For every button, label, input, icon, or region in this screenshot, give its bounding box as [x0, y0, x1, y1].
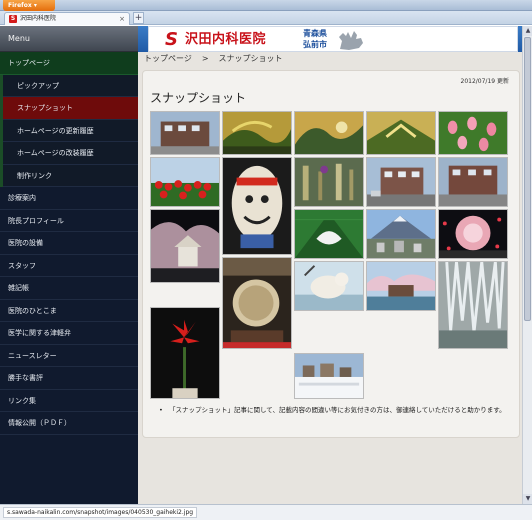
- breadcrumb: トップページ > スナップショット: [144, 53, 283, 65]
- sidebar-item-production-links[interactable]: 制作リンク: [3, 164, 138, 187]
- snapshot-thumbnail[interactable]: [222, 157, 292, 255]
- sidebar-item-tsugaru-dialect[interactable]: 医学に関する津軽弁: [0, 322, 138, 345]
- snapshot-thumbnail[interactable]: [438, 111, 508, 155]
- sidebar-submenu: ピックアップ スナップショット ホームページの更新履歴 ホームページの改装履歴 …: [0, 74, 138, 187]
- snapshot-thumbnail[interactable]: [150, 111, 220, 155]
- breadcrumb-home-link[interactable]: トップページ: [144, 54, 192, 63]
- aomori-map-icon: [339, 31, 363, 50]
- firefox-menu-button[interactable]: Firefox ▾: [3, 0, 55, 11]
- snapshot-thumbnail[interactable]: [438, 209, 508, 259]
- snapshot-thumbnail[interactable]: [294, 157, 364, 207]
- clinic-logo-mark: S: [165, 29, 178, 50]
- sidebar-item-book-reviews[interactable]: 勝手な書評: [0, 367, 138, 390]
- sidebar-item-consultation[interactable]: 診療案内: [0, 187, 138, 210]
- snapshot-thumbnail[interactable]: [438, 157, 508, 207]
- sidebar-item-staff[interactable]: スタッフ: [0, 255, 138, 277]
- updated-date: 2012/07/19 更新: [460, 78, 510, 85]
- snapshot-thumbnail[interactable]: [366, 209, 436, 259]
- site-banner: S 沢田内科医院 青森県 弘前市: [138, 26, 522, 52]
- breadcrumb-current: スナップショット: [218, 54, 283, 63]
- note-text: 「スナップショット」記事に関して、記載内容の間違い等にお気付きの方は、御連絡して…: [169, 406, 506, 414]
- scroll-up-arrow-icon[interactable]: ▲: [523, 26, 532, 36]
- sidebar-item-links[interactable]: リンク集: [0, 390, 138, 412]
- snapshot-thumbnail[interactable]: [366, 261, 436, 311]
- sidebar-item-disclosure-pdf[interactable]: 情報公開（ＰＤＦ）: [0, 412, 138, 435]
- sidebar-item-snapshot[interactable]: スナップショット: [3, 97, 138, 120]
- browser-titlebar: Firefox ▾: [0, 0, 532, 11]
- sidebar-item-clinic-moments[interactable]: 医院のひとこま: [0, 300, 138, 322]
- snapshot-note: • 「スナップショット」記事に関して、記載内容の間違い等にお気付きの方は、御連絡…: [159, 405, 513, 416]
- sidebar-item-director-profile[interactable]: 院長プロフィール: [0, 210, 138, 232]
- clinic-logo-text: 沢田内科医院: [185, 32, 267, 47]
- new-tab-button[interactable]: +: [133, 12, 144, 24]
- sidebar-item-newsletter[interactable]: ニュースレター: [0, 345, 138, 367]
- scrollbar-thumb[interactable]: [524, 37, 531, 321]
- snapshot-thumbnail[interactable]: [222, 257, 292, 349]
- snapshot-thumbnail[interactable]: [294, 209, 364, 259]
- page-title: スナップショット: [150, 91, 247, 105]
- snapshot-thumbnail[interactable]: [150, 209, 220, 283]
- sidebar: Menu トップページ ピックアップ スナップショット ホームページの更新履歴 …: [0, 26, 138, 504]
- sidebar-item-notebook[interactable]: 雑記帳: [0, 277, 138, 300]
- close-tab-icon[interactable]: ×: [119, 13, 125, 25]
- snapshot-thumbnail[interactable]: [366, 111, 436, 155]
- sidebar-item-renovation-history[interactable]: ホームページの改装履歴: [3, 142, 138, 165]
- tab-title: 沢田内科医院: [20, 15, 57, 22]
- sidebar-item-pickup[interactable]: ピックアップ: [3, 74, 138, 97]
- prefecture-label: 青森県: [303, 29, 327, 38]
- sidebar-item-update-history[interactable]: ホームページの更新履歴: [3, 119, 138, 142]
- sidebar-item-facilities[interactable]: 医院の設備: [0, 232, 138, 255]
- snapshot-panel: 2012/07/19 更新 スナップショット • 「スナップショット」記事に関し…: [142, 70, 520, 438]
- sidebar-menu-heading: Menu: [0, 26, 138, 52]
- breadcrumb-separator: >: [201, 54, 209, 63]
- sidebar-item-top-page[interactable]: トップページ: [0, 52, 138, 75]
- site-favicon-icon: S: [9, 15, 17, 23]
- browser-tab[interactable]: S 沢田内科医院 ×: [4, 12, 130, 25]
- snapshot-thumbnail[interactable]: [438, 261, 508, 349]
- browser-statusbar: s.sawada-naikalin.com/snapshot/images/04…: [0, 504, 532, 520]
- page-scrollbar[interactable]: ▲ ▼: [522, 26, 532, 504]
- note-bullet: •: [159, 406, 163, 414]
- snapshot-thumbnail[interactable]: [294, 111, 364, 155]
- snapshot-thumbnail[interactable]: [150, 157, 220, 207]
- scroll-down-arrow-icon[interactable]: ▼: [523, 494, 532, 504]
- snapshot-thumbnail[interactable]: [294, 261, 364, 311]
- status-link-url: s.sawada-naikalin.com/snapshot/images/04…: [3, 507, 198, 518]
- snapshot-thumbnail[interactable]: [294, 353, 364, 399]
- snapshot-thumbnail[interactable]: [222, 111, 292, 155]
- snapshot-thumbnail[interactable]: [366, 157, 436, 207]
- snapshot-thumbnail[interactable]: [150, 307, 220, 399]
- banner-logo-panel[interactable]: S 沢田内科医院 青森県 弘前市: [148, 26, 518, 52]
- city-label: 弘前市: [303, 40, 327, 49]
- browser-tabbar: S 沢田内科医院 × +: [0, 11, 532, 25]
- main-content: S 沢田内科医院 青森県 弘前市 トップページ > スナップショット 2012/07…: [138, 26, 522, 504]
